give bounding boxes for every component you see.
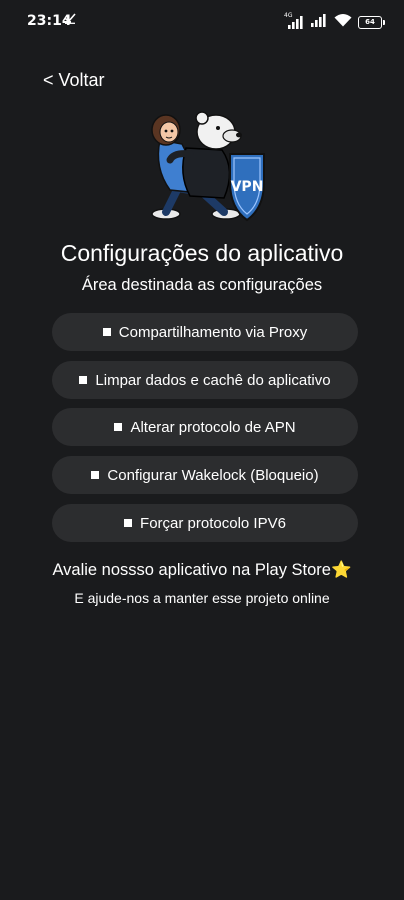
bullet-icon: [114, 423, 123, 431]
option-label: Limpar dados e cachê do aplicativo: [95, 371, 331, 389]
option-label: Compartilhamento via Proxy: [118, 323, 308, 341]
bullet-icon: [124, 519, 133, 527]
apn-protocol-button[interactable]: Alterar protocolo de APN: [52, 408, 358, 446]
status-icons: 4G 64: [284, 12, 385, 32]
bullet-icon: [102, 328, 111, 336]
vpn-badge-text: VPN: [231, 179, 264, 195]
battery-level: 64: [365, 18, 375, 26]
help-text: E ajude-nos a manter esse projeto online: [74, 590, 330, 606]
cell-signal-2-icon: [310, 13, 328, 32]
wakelock-button[interactable]: Configurar Wakelock (Bloqueio): [52, 456, 358, 494]
bullet-icon: [91, 471, 100, 479]
network-type-label: 4G: [284, 12, 293, 19]
option-label: Alterar protocolo de APN: [130, 418, 296, 436]
option-label: Forçar protocolo IPV6: [140, 514, 286, 532]
back-button[interactable]: < Voltar: [43, 70, 105, 91]
battery-icon: 64: [358, 15, 385, 29]
cell-signal-icon: 4G: [284, 12, 304, 29]
page-title: Configurações do aplicativo: [60, 240, 344, 266]
hero-illustration: VPN: [144, 108, 268, 224]
option-label: Configurar Wakelock (Bloqueio): [107, 466, 319, 484]
wifi-icon: [334, 13, 352, 32]
page-subtitle: Área destinada as configurações: [81, 276, 323, 294]
status-bar: 23:14 4G 64: [0, 0, 404, 44]
force-ipv6-button[interactable]: Forçar protocolo IPV6: [52, 504, 358, 542]
bullet-icon: [79, 376, 88, 384]
download-check-icon: [64, 12, 76, 27]
star-icon: ⭐: [330, 561, 352, 579]
proxy-sharing-button[interactable]: Compartilhamento via Proxy: [52, 313, 358, 351]
rate-app-text: Avalie nossso aplicativo na Play Store: [52, 561, 331, 579]
rate-app-link[interactable]: Avalie nossso aplicativo na Play Store⭐: [0, 561, 404, 580]
clear-data-cache-button[interactable]: Limpar dados e cachê do aplicativo: [52, 361, 358, 399]
